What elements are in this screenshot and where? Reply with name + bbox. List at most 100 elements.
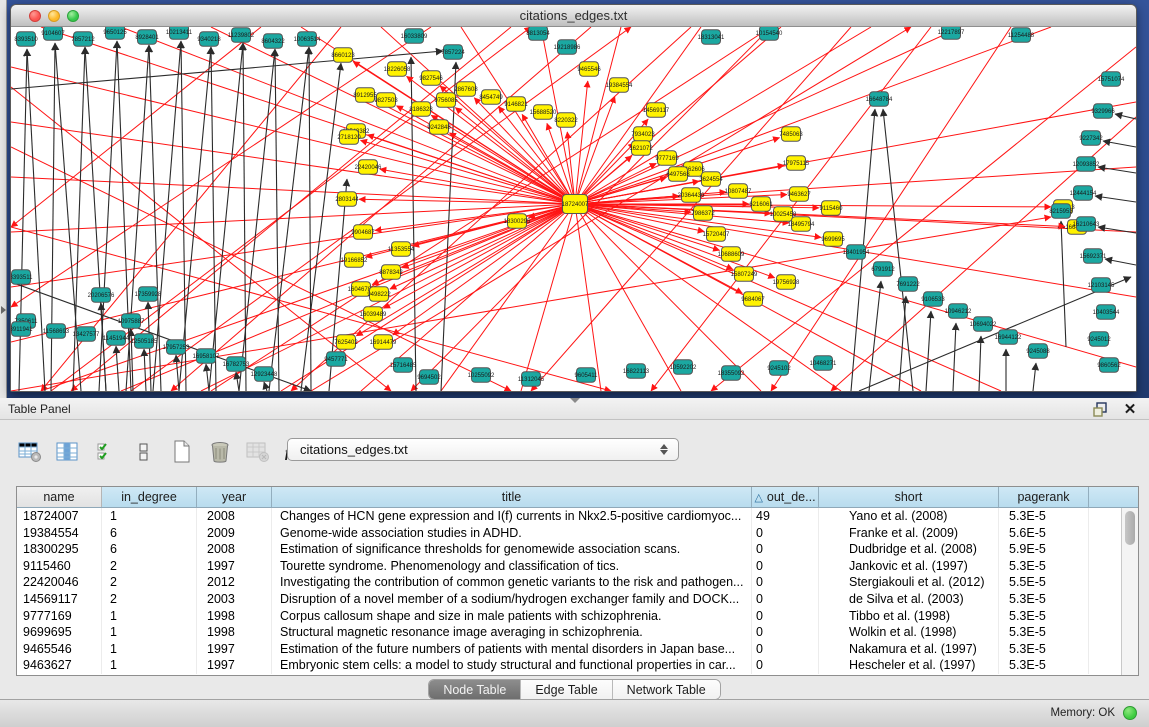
graph-node[interactable]: 16914479 xyxy=(370,335,397,350)
graph-node[interactable]: 7857212 xyxy=(71,32,95,47)
graph-node[interactable]: 19166852 xyxy=(341,253,368,268)
graph-node[interactable]: 9827503 xyxy=(374,93,398,108)
graph-node[interactable]: 3624554 xyxy=(699,172,723,187)
network-window-titlebar[interactable]: citations_edges.txt xyxy=(11,5,1136,27)
create-column-icon[interactable] xyxy=(168,436,196,468)
graph-node[interactable]: 8393510 xyxy=(14,32,38,47)
graph-node[interactable]: 16039489 xyxy=(360,307,387,322)
scrollbar-thumb[interactable] xyxy=(1125,511,1135,545)
table-row[interactable]: 977716911998Corpus callosum shape and si… xyxy=(17,608,1121,625)
graph-node[interactable]: 11568693 xyxy=(43,324,70,339)
column-header-pagerank[interactable]: pagerank xyxy=(999,487,1089,507)
graph-node[interactable]: 9329966 xyxy=(1091,104,1115,119)
graph-node[interactable]: 8186328 xyxy=(409,102,433,117)
graph-node[interactable]: 6497568 xyxy=(666,167,690,182)
graph-node[interactable]: 12923448 xyxy=(251,367,278,382)
graph-node[interactable]: 8660123 xyxy=(331,48,355,63)
graph-node[interactable]: 12103145 xyxy=(1088,278,1115,293)
graph-node[interactable]: 9684067 xyxy=(741,292,765,307)
table-row[interactable]: 911546021997Tourette syndrome. Phenomeno… xyxy=(17,558,1121,575)
graph-node[interactable]: 10255092 xyxy=(468,368,495,383)
graph-node[interactable]: 15807249 xyxy=(731,267,758,282)
graph-node[interactable]: 7485063 xyxy=(779,127,803,142)
graph-node[interactable]: 19756928 xyxy=(773,275,800,290)
graph-node[interactable]: 6791912 xyxy=(871,262,895,277)
graph-node[interactable]: 15692371 xyxy=(1080,249,1107,264)
west-panel-divider[interactable] xyxy=(0,0,7,398)
table-row[interactable]: 946362711997Embryonic stem cells: a mode… xyxy=(17,657,1121,674)
graph-node[interactable]: 6216061 xyxy=(749,197,773,212)
graph-node[interactable]: 12093852 xyxy=(1073,157,1100,172)
graph-node[interactable]: 16648784 xyxy=(866,92,893,107)
graph-node[interactable]: 14569117 xyxy=(643,103,670,118)
graph-node[interactable]: 15716485 xyxy=(390,358,417,373)
graph-node[interactable]: 10975887 xyxy=(118,314,145,329)
network-view-window[interactable]: citations_edges.txt 18724007183002958660… xyxy=(10,4,1137,392)
unselect-all-columns-icon[interactable] xyxy=(130,436,158,468)
graph-node[interactable]: 18226058 xyxy=(384,62,411,77)
float-panel-icon[interactable] xyxy=(1091,400,1109,418)
graph-node[interactable]: 20364436 xyxy=(678,188,705,203)
tab-edge-table[interactable]: Edge Table xyxy=(521,680,612,699)
graph-node[interactable]: 10213411 xyxy=(166,27,193,39)
table-row[interactable]: 946554611997Estimation of the future num… xyxy=(17,641,1121,658)
graph-node[interactable]: 10592202 xyxy=(670,360,697,375)
graph-node[interactable]: 16033809 xyxy=(401,29,428,44)
table-row[interactable]: 1830029562008Estimation of significance … xyxy=(17,541,1121,558)
select-all-columns-icon[interactable] xyxy=(92,436,120,468)
graph-node[interactable]: 9827546 xyxy=(419,71,443,86)
graph-node[interactable]: 9498222 xyxy=(367,287,391,302)
graph-node[interactable]: 9756085 xyxy=(434,93,458,108)
graph-node[interactable]: 9699695 xyxy=(821,232,845,247)
graph-node[interactable]: 19218986 xyxy=(554,40,581,55)
table-row[interactable]: 969969511998Structural magnetic resonanc… xyxy=(17,624,1121,641)
graph-node[interactable]: 9227342 xyxy=(1079,131,1103,146)
table-row[interactable]: 1456911722003Disruption of a novel membe… xyxy=(17,591,1121,608)
graph-node[interactable]: 11312045 xyxy=(518,372,545,387)
graph-node[interactable]: 18313041 xyxy=(698,30,725,45)
graph-node[interactable]: 12217897 xyxy=(938,27,965,39)
graph-node[interactable]: 11254488 xyxy=(1008,28,1035,43)
column-header-year[interactable]: year xyxy=(197,487,272,507)
table-chooser-dropdown[interactable]: citations_edges.txt xyxy=(287,438,679,461)
graph-node[interactable]: 10688609 xyxy=(718,247,745,262)
graph-node[interactable]: 10154540 xyxy=(756,27,783,40)
graph-node[interactable]: 8454749 xyxy=(479,90,503,105)
graph-node[interactable]: 10063514 xyxy=(294,32,321,47)
tab-node-table[interactable]: Node Table xyxy=(429,680,521,699)
graph-node[interactable]: 9860562 xyxy=(1097,358,1121,373)
tab-network-table[interactable]: Network Table xyxy=(613,680,720,699)
graph-node[interactable]: 18724007 xyxy=(562,195,589,214)
graph-node[interactable]: 8604322 xyxy=(261,34,285,49)
table-row[interactable]: 2242004622012Investigating the contribut… xyxy=(17,574,1121,591)
graph-node[interactable]: 9457771 xyxy=(324,352,348,367)
vertical-scrollbar[interactable] xyxy=(1121,508,1138,675)
delete-table-icon[interactable] xyxy=(244,436,272,468)
graph-node[interactable]: 9694502 xyxy=(417,370,441,385)
graph-node[interactable]: 9115460 xyxy=(820,201,844,216)
graph-node[interactable]: 12444154 xyxy=(1070,186,1097,201)
splitter-handle[interactable] xyxy=(570,398,580,403)
graph-node[interactable]: 18495794 xyxy=(788,217,815,232)
graph-node[interactable]: 8813054 xyxy=(526,27,550,40)
graph-node[interactable]: 16822113 xyxy=(623,364,650,379)
graph-node[interactable]: 9340218 xyxy=(197,32,221,47)
table-row[interactable]: 1872400712008Changes of HCN gene express… xyxy=(17,508,1121,525)
graph-node[interactable]: 9106533 xyxy=(921,292,945,307)
graph-node[interactable]: 8878342 xyxy=(379,265,403,280)
graph-node[interactable]: 10403544 xyxy=(1093,305,1120,320)
graph-node[interactable]: 7986372 xyxy=(691,206,715,221)
graph-node[interactable]: 8928401 xyxy=(135,30,159,45)
graph-node[interactable]: 16210643 xyxy=(1073,217,1100,232)
graph-node[interactable]: 7625402 xyxy=(334,335,358,350)
graph-node[interactable]: 9777169 xyxy=(655,151,679,166)
graph-node[interactable]: 11451944 xyxy=(103,331,130,346)
graph-node[interactable]: 9242848 xyxy=(427,120,451,135)
graph-node[interactable]: 18355092 xyxy=(718,366,745,381)
graph-node[interactable]: 9605411 xyxy=(575,368,599,383)
delete-column-icon[interactable] xyxy=(206,436,234,468)
graph-node[interactable]: 9463627 xyxy=(787,187,811,202)
graph-node[interactable]: 15751074 xyxy=(1098,72,1125,87)
graph-node[interactable]: 9245102 xyxy=(767,361,791,376)
column-header-name[interactable]: name xyxy=(17,487,102,507)
